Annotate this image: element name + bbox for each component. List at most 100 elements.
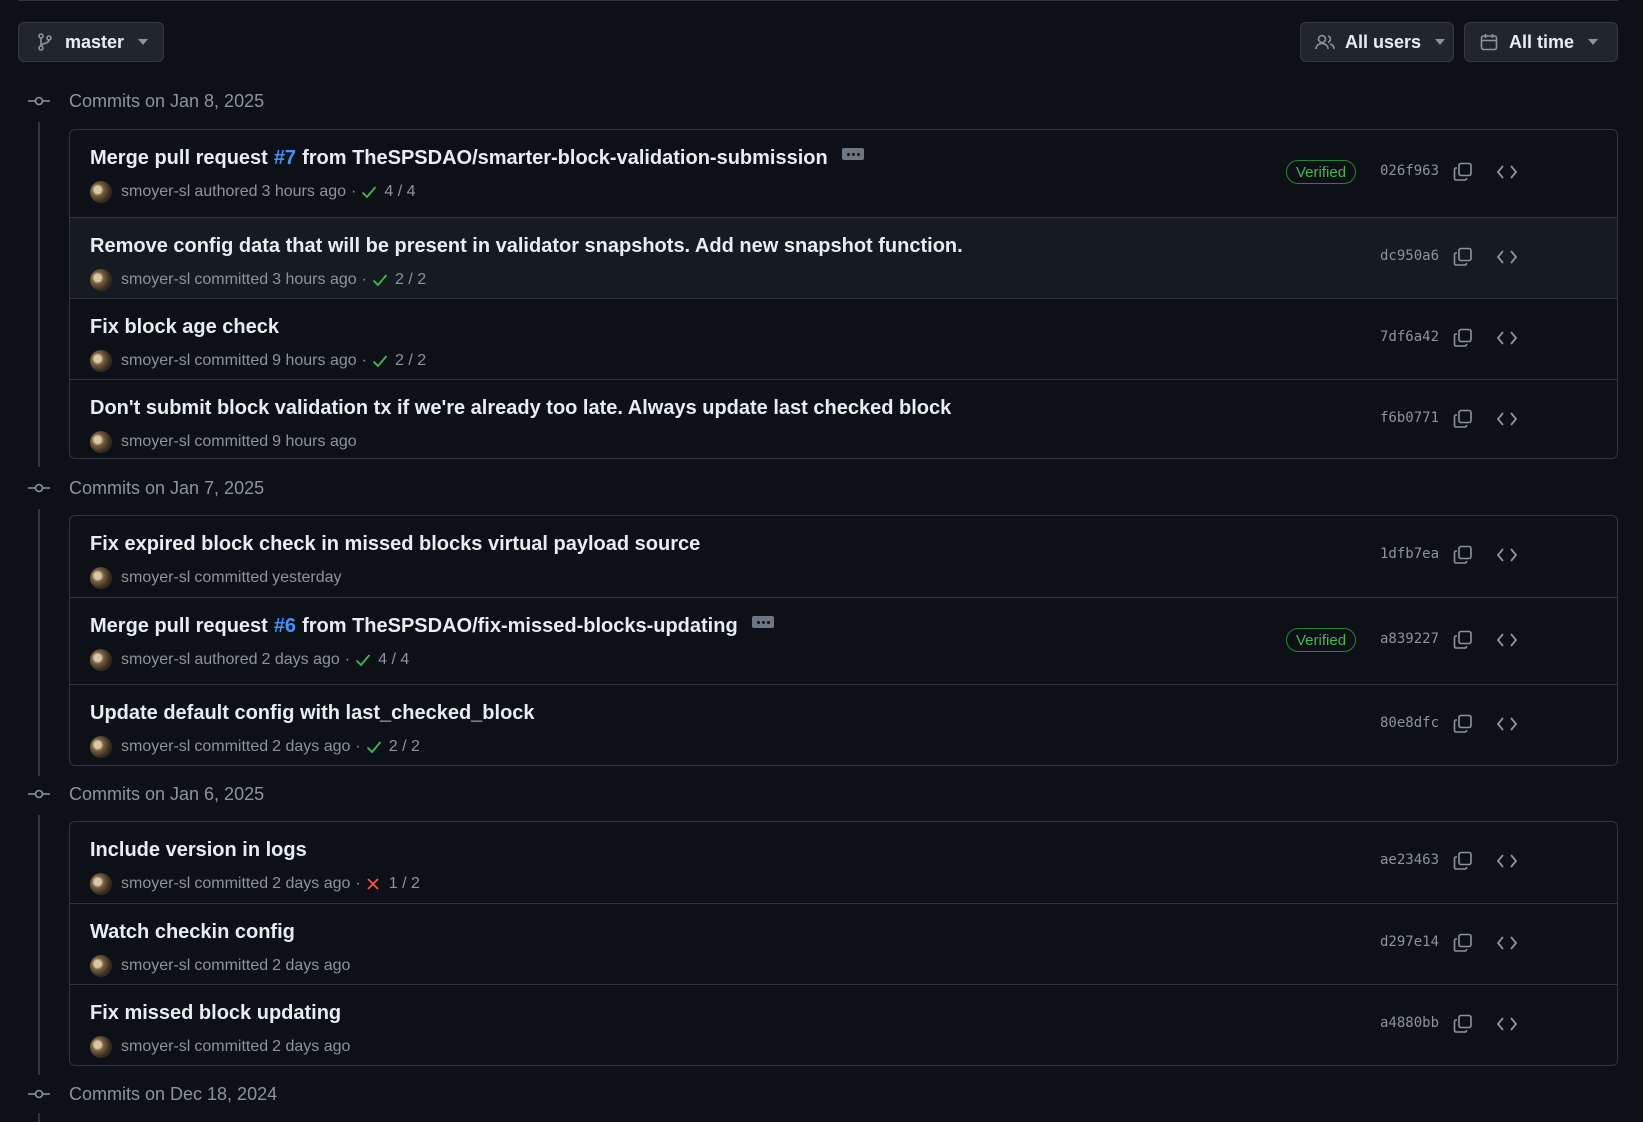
- avatar[interactable]: [90, 567, 112, 589]
- browse-code-icon[interactable]: [1495, 160, 1519, 184]
- author-link[interactable]: smoyer-sl: [121, 271, 190, 289]
- commit-message-text[interactable]: Update default config with last_checked_…: [90, 702, 535, 725]
- checks-count[interactable]: 2 / 2: [389, 738, 420, 756]
- author-link[interactable]: smoyer-sl: [121, 738, 190, 756]
- commit-message[interactable]: Fix block age check: [90, 316, 279, 339]
- browse-code-icon[interactable]: [1495, 1012, 1519, 1036]
- browse-code-icon[interactable]: [1495, 543, 1519, 567]
- commit-verb: authored: [194, 651, 258, 668]
- browse-code-icon[interactable]: [1495, 628, 1519, 652]
- commit-message[interactable]: Fix missed block updating: [90, 1002, 341, 1025]
- check-icon[interactable]: [355, 651, 373, 669]
- browse-code-icon[interactable]: [1495, 931, 1519, 955]
- commit-time: 2 days ago: [261, 651, 340, 668]
- commit-sha[interactable]: a4880bb: [1380, 1015, 1439, 1031]
- expand-message-button[interactable]: [841, 147, 864, 160]
- checks-count[interactable]: 4 / 4: [384, 183, 415, 201]
- expand-message-button[interactable]: [751, 615, 774, 628]
- check-icon[interactable]: [372, 352, 390, 370]
- copy-icon[interactable]: [1451, 543, 1475, 567]
- copy-icon[interactable]: [1451, 849, 1475, 873]
- commit-message[interactable]: Update default config with last_checked_…: [90, 702, 535, 725]
- author-link[interactable]: smoyer-sl: [121, 651, 190, 669]
- author-link[interactable]: smoyer-sl: [121, 569, 190, 587]
- checks-count[interactable]: 2 / 2: [395, 271, 426, 289]
- copy-icon[interactable]: [1451, 931, 1475, 955]
- avatar[interactable]: [90, 649, 112, 671]
- check-icon[interactable]: [372, 271, 390, 289]
- browse-code-icon[interactable]: [1495, 712, 1519, 736]
- author-link[interactable]: smoyer-sl: [121, 875, 190, 893]
- browse-code-icon[interactable]: [1495, 407, 1519, 431]
- copy-icon[interactable]: [1451, 160, 1475, 184]
- commit-sha[interactable]: 1dfb7ea: [1380, 546, 1439, 562]
- commit-message-text[interactable]: Fix missed block updating: [90, 1002, 341, 1025]
- commit-message-text[interactable]: Remove config data that will be present …: [90, 235, 963, 258]
- avatar[interactable]: [90, 350, 112, 372]
- commit-group-title: Commits on Jan 7, 2025: [69, 477, 265, 498]
- check-icon[interactable]: [361, 183, 379, 201]
- commit-sha[interactable]: 026f963: [1380, 163, 1439, 179]
- commit-message-text[interactable]: Merge pull request: [90, 147, 268, 170]
- commit-message-text[interactable]: from TheSPSDAO/fix-missed-blocks-updatin…: [302, 615, 738, 638]
- commit-message-text[interactable]: from TheSPSDAO/smarter-block-validation-…: [302, 147, 828, 170]
- browse-code-icon[interactable]: [1495, 326, 1519, 350]
- commit-message-text[interactable]: Include version in logs: [90, 839, 307, 862]
- commit-message[interactable]: Fix expired block check in missed blocks…: [90, 533, 700, 556]
- author-link[interactable]: smoyer-sl: [121, 1038, 190, 1056]
- avatar[interactable]: [90, 873, 112, 895]
- author-link[interactable]: smoyer-sl: [121, 352, 190, 370]
- time-filter-button[interactable]: All time: [1464, 22, 1618, 62]
- x-icon[interactable]: [366, 875, 384, 893]
- commit-message-text[interactable]: Watch checkin config: [90, 921, 295, 944]
- copy-icon[interactable]: [1451, 712, 1475, 736]
- copy-icon[interactable]: [1451, 628, 1475, 652]
- browse-code-icon[interactable]: [1495, 245, 1519, 269]
- avatar[interactable]: [90, 269, 112, 291]
- commit-message[interactable]: Remove config data that will be present …: [90, 235, 963, 258]
- author-link[interactable]: smoyer-sl: [121, 183, 190, 201]
- commit-sha[interactable]: ae23463: [1380, 852, 1439, 868]
- pull-request-link[interactable]: #6: [274, 615, 296, 638]
- copy-icon[interactable]: [1451, 326, 1475, 350]
- copy-icon[interactable]: [1451, 245, 1475, 269]
- avatar[interactable]: [90, 736, 112, 758]
- commit-meta: smoyer-sl committed yesterday: [90, 567, 342, 589]
- avatar[interactable]: [90, 955, 112, 977]
- check-icon[interactable]: [366, 738, 384, 756]
- avatar[interactable]: [90, 181, 112, 203]
- verified-badge[interactable]: Verified: [1286, 628, 1357, 652]
- commit-message-text[interactable]: Merge pull request: [90, 615, 268, 638]
- checks-count[interactable]: 1 / 2: [389, 875, 420, 893]
- commit-group-title: Commits on Jan 6, 2025: [69, 783, 265, 804]
- commit-message-text[interactable]: Don't submit block validation tx if we'r…: [90, 397, 951, 420]
- browse-code-icon[interactable]: [1495, 849, 1519, 873]
- commit-message[interactable]: Don't submit block validation tx if we'r…: [90, 397, 951, 420]
- checks-count[interactable]: 2 / 2: [395, 352, 426, 370]
- commit-message-text[interactable]: Fix expired block check in missed blocks…: [90, 533, 700, 556]
- commit-message-text[interactable]: Fix block age check: [90, 316, 279, 339]
- branch-selector-button[interactable]: master: [18, 22, 164, 62]
- commit-sha[interactable]: dc950a6: [1380, 248, 1439, 264]
- avatar[interactable]: [90, 1036, 112, 1058]
- commit-sha[interactable]: a839227: [1380, 631, 1439, 647]
- copy-icon[interactable]: [1451, 407, 1475, 431]
- verified-badge[interactable]: Verified: [1286, 160, 1357, 184]
- git-commit-icon: [24, 1079, 54, 1109]
- pull-request-link[interactable]: #7: [274, 147, 296, 170]
- users-filter-button[interactable]: All users: [1300, 22, 1454, 62]
- divider: [18, 0, 1618, 1]
- copy-icon[interactable]: [1451, 1012, 1475, 1036]
- commit-sha[interactable]: d297e14: [1380, 934, 1439, 950]
- commit-sha[interactable]: f6b0771: [1380, 410, 1439, 426]
- commit-message[interactable]: Merge pull request #6 from TheSPSDAO/fix…: [90, 615, 774, 638]
- avatar[interactable]: [90, 431, 112, 453]
- commit-sha[interactable]: 7df6a42: [1380, 329, 1439, 345]
- commit-message[interactable]: Include version in logs: [90, 839, 307, 862]
- commit-message[interactable]: Merge pull request #7 from TheSPSDAO/sma…: [90, 147, 864, 170]
- author-link[interactable]: smoyer-sl: [121, 957, 190, 975]
- commit-sha[interactable]: 80e8dfc: [1380, 715, 1439, 731]
- commit-message[interactable]: Watch checkin config: [90, 921, 295, 944]
- checks-count[interactable]: 4 / 4: [378, 651, 409, 669]
- author-link[interactable]: smoyer-sl: [121, 433, 190, 451]
